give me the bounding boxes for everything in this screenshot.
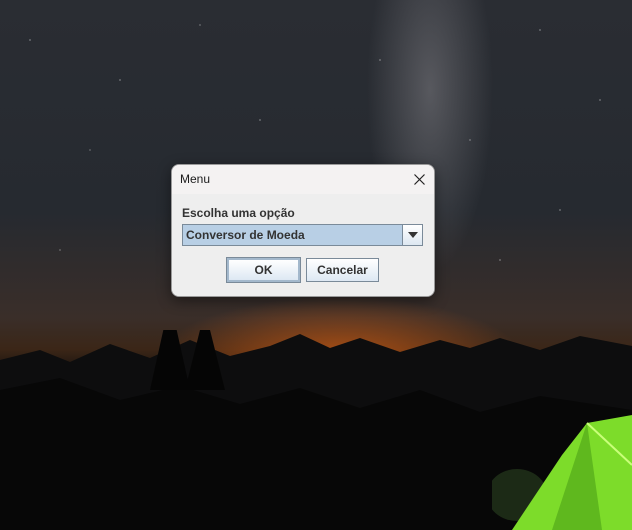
menu-dialog: Menu Escolha uma opção Conversor de Moed… — [171, 164, 435, 297]
tent-image — [492, 415, 632, 530]
cancel-button[interactable]: Cancelar — [306, 258, 379, 282]
ok-button[interactable]: OK — [226, 257, 301, 283]
dialog-title: Menu — [180, 172, 211, 186]
close-icon — [413, 174, 425, 185]
prompt-label: Escolha uma opção — [182, 206, 295, 220]
dialog-content: Escolha uma opção Conversor de Moeda OK … — [172, 194, 434, 296]
chevron-down-icon — [407, 232, 418, 238]
dialog-titlebar[interactable]: Menu — [172, 165, 434, 194]
combobox-selected-value: Conversor de Moeda — [186, 228, 305, 242]
combobox-dropdown-button[interactable] — [402, 225, 422, 245]
close-button[interactable] — [404, 165, 434, 194]
desktop-background: Menu Escolha uma opção Conversor de Moed… — [0, 0, 632, 530]
option-combobox[interactable]: Conversor de Moeda — [182, 224, 423, 246]
